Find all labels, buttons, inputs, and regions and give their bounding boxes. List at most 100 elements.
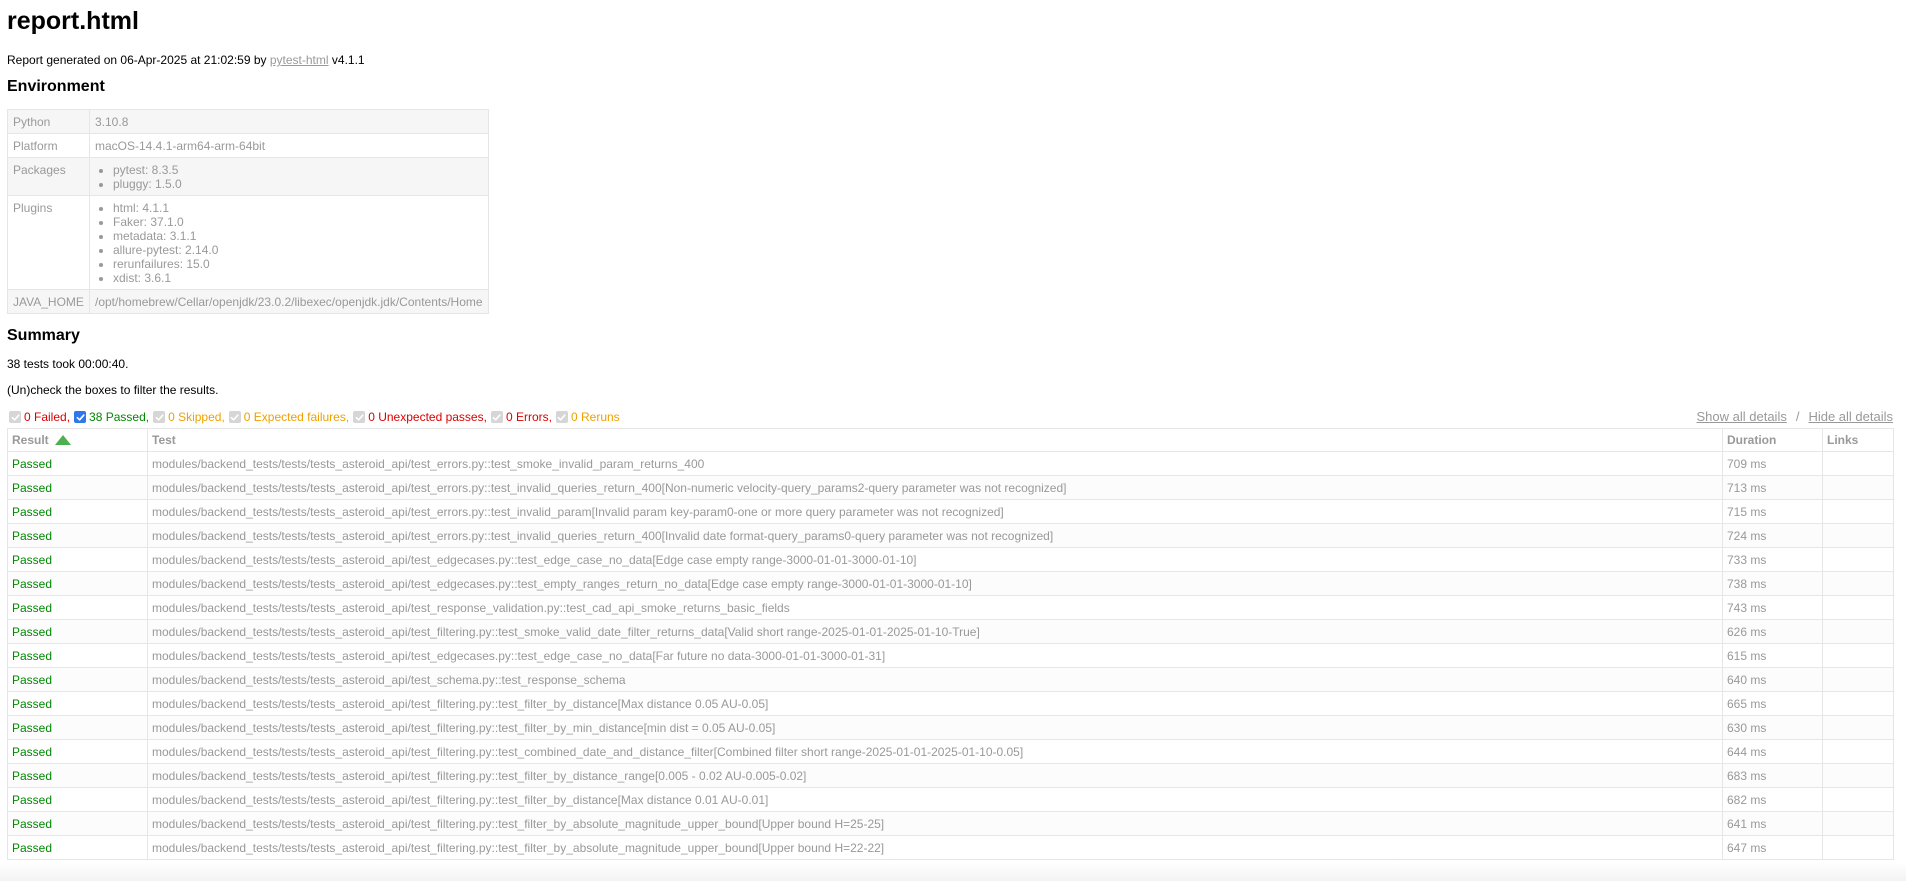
table-row[interactable]: Passed modules/backend_tests/tests/tests_… — [7, 595, 1894, 620]
test-name-cell: modules/backend_tests/tests/tests_astero… — [147, 835, 1723, 860]
result-cell: Passed — [7, 523, 148, 548]
environment-row: Packagespytest: 8.3.5pluggy: 1.5.0 — [7, 157, 489, 196]
result-cell: Passed — [7, 835, 148, 860]
generated-text: Report generated on 06-Apr-2025 at 21:02… — [7, 53, 267, 67]
environment-table: Python 3.10.8 Platform macOS-14.4.1-arm64-a… — [7, 109, 489, 314]
links-cell — [1822, 499, 1894, 524]
links-cell — [1822, 667, 1894, 692]
table-row[interactable]: Passed modules/backend_tests/tests/tests_… — [7, 571, 1894, 596]
result-cell: Passed — [7, 811, 148, 836]
test-name-cell: modules/backend_tests/tests/tests_astero… — [147, 571, 1723, 596]
filter-item: 0 Skipped, — [151, 409, 225, 425]
column-header-result[interactable]: Result — [7, 428, 148, 452]
table-row[interactable]: Passed modules/backend_tests/tests/tests_… — [7, 667, 1894, 692]
links-cell — [1822, 691, 1894, 716]
table-row[interactable]: Passed modules/backend_tests/tests/tests_… — [7, 643, 1894, 668]
environment-list-item: rerunfailures: 15.0 — [113, 257, 483, 271]
table-row[interactable]: Passed modules/backend_tests/tests/tests_… — [7, 523, 1894, 548]
table-row[interactable]: Passed modules/backend_tests/tests/tests_… — [7, 547, 1894, 572]
filter-label: 38 Passed, — [89, 410, 150, 424]
environment-list: pytest: 8.3.5pluggy: 1.5.0 — [95, 163, 483, 191]
environment-row: Python 3.10.8 — [7, 109, 489, 134]
column-header-links[interactable]: Links — [1822, 428, 1894, 452]
table-row[interactable]: Passed modules/backend_tests/tests/tests_… — [7, 835, 1894, 860]
filter-checkbox[interactable] — [228, 411, 241, 423]
duration-cell: 647 ms — [1722, 835, 1823, 860]
pytest-html-link[interactable]: pytest-html — [270, 53, 329, 67]
table-row[interactable]: Passed modules/backend_tests/tests/tests_… — [7, 715, 1894, 740]
environment-list-item: allure-pytest: 2.14.0 — [113, 243, 483, 257]
filter-label: 0 Errors, — [505, 410, 552, 424]
environment-key: Plugins — [7, 195, 90, 290]
links-cell — [1822, 643, 1894, 668]
test-name-cell: modules/backend_tests/tests/tests_astero… — [147, 451, 1723, 476]
filter-checkbox[interactable] — [353, 411, 366, 423]
duration-cell: 665 ms — [1722, 691, 1823, 716]
test-name-cell: modules/backend_tests/tests/tests_astero… — [147, 475, 1723, 500]
result-cell: Passed — [7, 691, 148, 716]
table-row[interactable]: Passed modules/backend_tests/tests/tests_… — [7, 739, 1894, 764]
duration-cell: 733 ms — [1722, 547, 1823, 572]
result-cell: Passed — [7, 451, 148, 476]
table-row[interactable]: Passed modules/backend_tests/tests/tests_… — [7, 691, 1894, 716]
duration-cell: 626 ms — [1722, 619, 1823, 644]
results-table: Result Test Duration Links Passed modules… — [7, 428, 1894, 860]
show-all-details-link[interactable]: Show all details — [1697, 409, 1787, 424]
duration-cell: 641 ms — [1722, 811, 1823, 836]
result-cell: Passed — [7, 595, 148, 620]
environment-row: Platform macOS-14.4.1-arm64-arm-64bit — [7, 133, 489, 158]
test-name-cell: modules/backend_tests/tests/tests_astero… — [147, 547, 1723, 572]
filter-item: 38 Passed, — [72, 409, 149, 425]
hide-all-details-link[interactable]: Hide all details — [1808, 409, 1893, 424]
filter-checkbox[interactable] — [74, 411, 87, 423]
checkmark-icon — [155, 413, 164, 421]
duration-cell: 615 ms — [1722, 643, 1823, 668]
filter-checkbox[interactable] — [490, 411, 503, 423]
test-name-cell: modules/backend_tests/tests/tests_astero… — [147, 691, 1723, 716]
table-row[interactable]: Passed modules/backend_tests/tests/tests_… — [7, 451, 1894, 476]
test-name-cell: modules/backend_tests/tests/tests_astero… — [147, 523, 1723, 548]
duration-cell: 743 ms — [1722, 595, 1823, 620]
links-cell — [1822, 715, 1894, 740]
column-header-test[interactable]: Test — [147, 428, 1723, 452]
test-name-cell: modules/backend_tests/tests/tests_astero… — [147, 763, 1723, 788]
result-header-label: Result — [12, 433, 49, 447]
test-name-cell: modules/backend_tests/tests/tests_astero… — [147, 643, 1723, 668]
result-cell: Passed — [7, 499, 148, 524]
test-name-cell: modules/backend_tests/tests/tests_astero… — [147, 811, 1723, 836]
generated-version: v4.1.1 — [331, 53, 365, 67]
duration-cell: 640 ms — [1722, 667, 1823, 692]
environment-value: macOS-14.4.1-arm64-arm-64bit — [89, 133, 489, 158]
filter-item: 0 Unexpected passes, — [351, 409, 487, 425]
table-row[interactable]: Passed modules/backend_tests/tests/tests_… — [7, 475, 1894, 500]
table-row[interactable]: Passed modules/backend_tests/tests/tests_… — [7, 787, 1894, 812]
filter-checkbox[interactable] — [153, 411, 166, 423]
checkmark-icon — [558, 413, 567, 421]
table-row[interactable]: Passed modules/backend_tests/tests/tests_… — [7, 619, 1894, 644]
result-cell: Passed — [7, 643, 148, 668]
filter-checkbox[interactable] — [9, 411, 21, 423]
duration-cell: 715 ms — [1722, 499, 1823, 524]
environment-list-item: xdist: 3.6.1 — [113, 271, 483, 285]
test-name-cell: modules/backend_tests/tests/tests_astero… — [147, 595, 1723, 620]
filter-item: 0 Failed, — [7, 409, 70, 425]
table-row[interactable]: Passed modules/backend_tests/tests/tests_… — [7, 763, 1894, 788]
links-cell — [1822, 619, 1894, 644]
filter-bar: 0 Failed, 38 Passed, 0 Skipped, 0 Expected … — [7, 409, 1899, 425]
table-row[interactable]: Passed modules/backend_tests/tests/tests_… — [7, 499, 1894, 524]
links-cell — [1822, 547, 1894, 572]
filter-label: 0 Skipped, — [168, 410, 225, 424]
duration-cell: 709 ms — [1722, 451, 1823, 476]
links-cell — [1822, 763, 1894, 788]
column-header-duration[interactable]: Duration — [1722, 428, 1823, 452]
result-cell: Passed — [7, 547, 148, 572]
filter-item: 0 Expected failures, — [227, 409, 349, 425]
links-cell — [1822, 835, 1894, 860]
filter-checkbox[interactable] — [555, 411, 568, 423]
environment-key: JAVA_HOME — [7, 289, 90, 314]
filter-item: 0 Errors, — [489, 409, 552, 425]
table-row[interactable]: Passed modules/backend_tests/tests/tests_… — [7, 811, 1894, 836]
environment-list-item: html: 4.1.1 — [113, 201, 483, 215]
result-cell: Passed — [7, 763, 148, 788]
test-name-cell: modules/backend_tests/tests/tests_astero… — [147, 739, 1723, 764]
